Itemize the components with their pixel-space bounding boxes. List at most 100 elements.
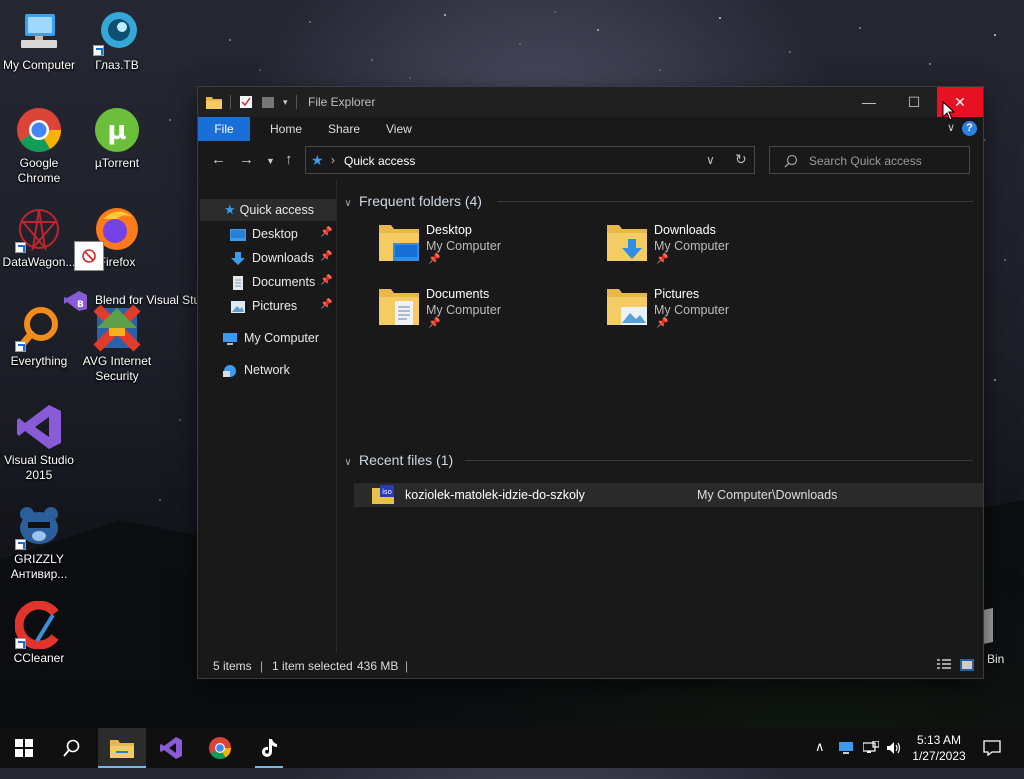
windows-logo-icon: [15, 739, 33, 757]
pin-icon: 📌: [428, 318, 441, 329]
customize-qat-chevron-icon[interactable]: ▾: [283, 97, 288, 108]
tile-name: Documents: [426, 287, 490, 301]
nav-item-documents[interactable]: Documents: [230, 271, 315, 293]
system-clock[interactable]: 5:13 AM 1/27/2023: [905, 732, 973, 764]
clock-date: 1/27/2023: [912, 749, 966, 763]
show-hidden-icons-chevron-icon[interactable]: ∧: [815, 739, 825, 779]
new-folder-icon[interactable]: [261, 95, 275, 109]
desktop-icon-label: µTorrent: [94, 156, 140, 170]
pin-icon: 📌: [428, 254, 441, 265]
desktop-icon-my-computer[interactable]: My Computer: [0, 8, 79, 73]
recent-file-row[interactable]: iso koziolek-matolek-idzie-do-szkoly My …: [354, 483, 983, 507]
folder-icon[interactable]: [206, 95, 222, 109]
search-button[interactable]: [48, 728, 96, 768]
nav-item-my-computer[interactable]: My Computer: [222, 327, 319, 349]
nav-item-pictures[interactable]: Pictures: [230, 295, 297, 317]
documents-folder-icon: [379, 289, 419, 325]
nav-item-desktop[interactable]: Desktop: [230, 223, 298, 245]
up-arrow-icon[interactable]: ↑: [285, 151, 293, 168]
separator: |: [260, 659, 264, 673]
tile-location: My Computer: [654, 303, 730, 317]
desktop-icon-grizzly[interactable]: GRIZZLY Антивир...: [0, 502, 79, 582]
chevron-down-icon: ∨: [344, 457, 352, 468]
folder-tile-documents[interactable]: Documents My Computer 📌: [337, 285, 557, 337]
breadcrumb-chevron-icon: ›: [331, 153, 335, 167]
desktop-icon-recycle-bin[interactable]: Bin: [983, 606, 1024, 666]
pictures-icon: [231, 300, 245, 313]
address-input[interactable]: ★ › Quick access ∨ ↻: [305, 146, 755, 174]
tile-location: My Computer: [654, 239, 730, 253]
notifications-icon[interactable]: [983, 740, 1001, 756]
tab-home[interactable]: Home: [258, 117, 314, 141]
shortcut-arrow-icon: [15, 242, 26, 253]
tab-view[interactable]: View: [374, 117, 424, 141]
minimize-button[interactable]: —: [846, 87, 892, 117]
refresh-icon[interactable]: ↻: [735, 151, 747, 168]
nav-label: Quick access: [239, 203, 314, 217]
desktop-icon-label: AVG Internet Security: [82, 354, 152, 383]
desktop-icon-datawagon[interactable]: DataWagon...: [0, 205, 79, 270]
tab-file[interactable]: File: [198, 117, 250, 141]
large-icons-view-icon[interactable]: [960, 659, 974, 671]
file-path: My Computer\Downloads: [697, 488, 838, 502]
desktop-icon-utorrent[interactable]: µ µTorrent: [77, 106, 157, 171]
shortcut-arrow-icon: [15, 341, 26, 352]
search-icon: [784, 154, 798, 168]
taskbar-visual-studio[interactable]: [147, 728, 195, 768]
desktop-icon-ccleaner[interactable]: CCleaner: [0, 600, 79, 666]
volume-icon[interactable]: [886, 741, 902, 755]
maximize-button[interactable]: ☐: [891, 87, 937, 117]
tab-share[interactable]: Share: [316, 117, 372, 141]
group-header-frequent[interactable]: ∨ Frequent folders (4): [337, 189, 983, 213]
nav-item-downloads[interactable]: Downloads: [230, 247, 314, 269]
divider: [465, 460, 973, 461]
group-header-recent[interactable]: ∨ Recent files (1): [337, 448, 983, 472]
title-bar[interactable]: ▾ File Explorer — ☐ ✕: [198, 87, 983, 117]
taskbar-chrome[interactable]: [196, 728, 244, 768]
expand-ribbon-chevron-icon[interactable]: ∨: [947, 121, 955, 134]
file-explorer-window[interactable]: ▾ File Explorer — ☐ ✕ File Home Share Vi…: [198, 87, 983, 678]
search-input[interactable]: Search Quick access: [769, 146, 970, 174]
properties-icon[interactable]: [239, 95, 253, 109]
separator: [295, 95, 297, 109]
recycle-bin-icon: [983, 608, 993, 644]
folder-tile-pictures[interactable]: Pictures My Computer 📌: [565, 285, 785, 337]
blend-icon: B: [64, 291, 87, 311]
forward-arrow-icon[interactable]: →: [239, 151, 254, 168]
start-button[interactable]: [0, 728, 48, 768]
nav-item-quick-access[interactable]: ★ Quick access: [200, 199, 336, 221]
back-arrow-icon[interactable]: ←: [211, 151, 226, 168]
taskbar-file-explorer[interactable]: [98, 728, 146, 768]
folder-icon: [110, 740, 134, 758]
nav-item-network[interactable]: Network: [222, 359, 290, 381]
selection-size: 436 MB: [357, 659, 399, 673]
shortcut-arrow-icon: [15, 638, 26, 649]
desktop-icon-glaz-tv[interactable]: Глаз.ТВ: [77, 8, 157, 73]
glaz-tv-icon: [93, 8, 141, 56]
details-view-icon[interactable]: [937, 659, 951, 671]
desktop-icon-label: Глаз.ТВ: [95, 58, 139, 72]
desktop-icon-chrome[interactable]: Google Chrome: [0, 106, 79, 186]
network-icon[interactable]: [863, 741, 879, 755]
desktop-icon-everything[interactable]: Everything: [0, 304, 79, 369]
recent-locations-chevron-icon[interactable]: ▼: [266, 156, 275, 166]
breadcrumb[interactable]: Quick access: [344, 154, 415, 168]
taskbar-tiktok[interactable]: [245, 728, 293, 768]
desktop-icon-visual-studio[interactable]: Visual Studio 2015: [0, 403, 79, 483]
content-pane: ∨ Frequent folders (4) Desktop My Compute…: [337, 181, 983, 653]
folder-tile-desktop[interactable]: Desktop My Computer 📌: [337, 221, 557, 273]
network-adapter-icon[interactable]: [838, 741, 854, 755]
downloads-folder-icon: [607, 225, 647, 261]
folder-tile-downloads[interactable]: Downloads My Computer 📌: [565, 221, 785, 273]
separator: [230, 95, 231, 109]
datawagon-icon: [15, 205, 63, 253]
search-placeholder: Search Quick access: [809, 154, 922, 168]
desktop-icon-avg[interactable]: AVG Internet Security: [77, 304, 157, 384]
tile-location: My Computer: [426, 303, 502, 317]
help-icon[interactable]: ?: [962, 121, 977, 136]
utorrent-icon: µ: [93, 106, 141, 154]
pin-icon: 📌: [320, 251, 333, 262]
address-history-chevron-icon[interactable]: ∨: [706, 153, 715, 167]
computer-icon: [15, 8, 63, 56]
ribbon-tabs: File Home Share View ∨ ?: [198, 117, 983, 141]
